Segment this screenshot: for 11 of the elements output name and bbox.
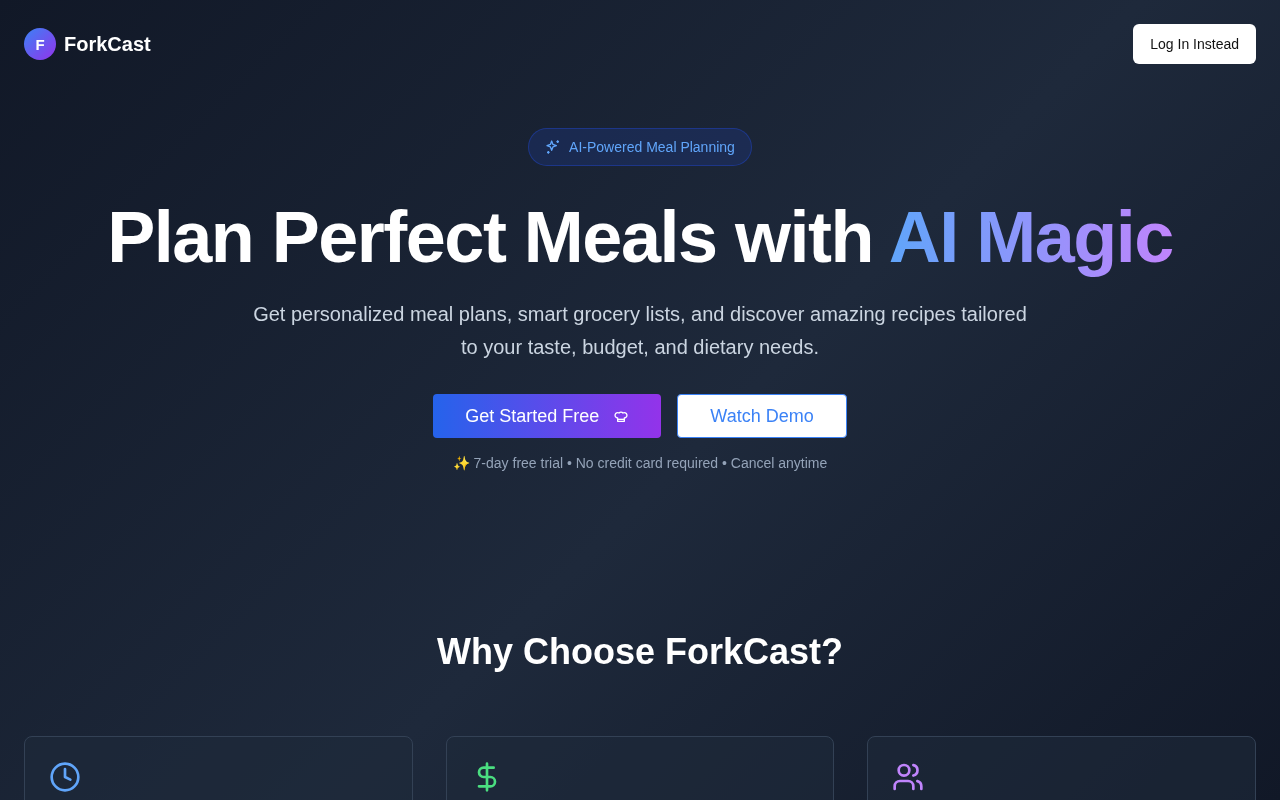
watch-demo-button[interactable]: Watch Demo xyxy=(677,394,847,438)
logo-mark: F xyxy=(24,28,56,60)
hero-subtitle: Get personalized meal plans, smart grocery lists, and discover amazing recipes tailored to your taste, budget, and dietary needs. xyxy=(252,302,1028,360)
sparkles-icon xyxy=(545,139,562,155)
get-started-button[interactable]: Get Started Free xyxy=(433,394,662,438)
brand-name: ForkCast xyxy=(64,32,151,56)
trial-note: ✨ 7-day free trial • No credit card required • Cancel anytime xyxy=(452,455,828,471)
login-button[interactable]: Log In Instead xyxy=(1133,24,1256,64)
hero-headline: Plan Perfect Meals with AI Magic xyxy=(107,196,1173,279)
feature-badge: AI-Powered Meal Planning xyxy=(528,128,752,166)
section-heading: Why Choose ForkCast? xyxy=(436,631,843,673)
